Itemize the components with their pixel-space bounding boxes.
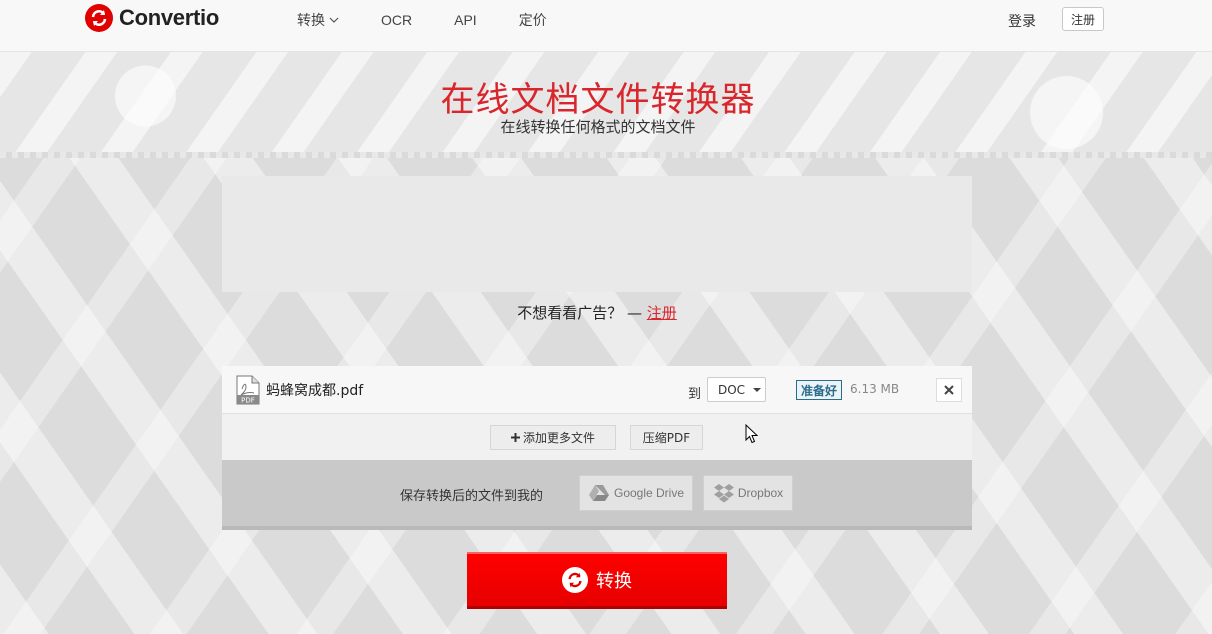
register-button[interactable]: 注册: [1062, 7, 1104, 31]
logo[interactable]: Convertio: [85, 3, 219, 33]
save-label: 保存转换后的文件到我的: [400, 489, 544, 504]
page-subtitle: 在线转换任何格式的文档文件: [500, 118, 696, 136]
nav-item-label: 定价: [518, 12, 547, 28]
nav-item-label: API: [454, 12, 477, 28]
compress-pdf-button[interactable]: 压缩PDF: [630, 425, 703, 450]
caret-down-icon: [753, 387, 762, 392]
main-nav: 转换 OCR API 定价: [297, 10, 589, 30]
file-name: 蚂蜂窝成都.pdf: [266, 383, 364, 399]
file-actions-row: 添加更多文件 压缩PDF: [222, 414, 972, 460]
page-title: 在线文档文件转换器: [440, 80, 756, 120]
nav-item-api[interactable]: API: [454, 10, 477, 30]
nav-item-convert[interactable]: 转换: [297, 10, 339, 30]
pdf-file-icon: PDF: [236, 375, 260, 405]
status-badge: 准备好: [796, 380, 843, 400]
nav-item-label: OCR: [381, 12, 413, 28]
convert-label: 转换: [596, 571, 632, 592]
svg-text:PDF: PDF: [241, 397, 255, 405]
save-to-cloud-row: 保存转换后的文件到我的 Google Drive Dropbox: [222, 460, 972, 530]
nav-item-pricing[interactable]: 定价: [519, 10, 547, 30]
target-format-select[interactable]: DOC: [707, 377, 766, 402]
dropbox-icon: [713, 484, 734, 503]
ad-placeholder: [222, 176, 972, 292]
top-navbar: Convertio 转换 OCR API 定价 登录 注册: [0, 0, 1212, 52]
file-row: PDF 蚂蜂窝成都.pdf 到 DOC 准备好 6.13 MB: [222, 366, 972, 414]
nav-item-label: 转换: [297, 12, 325, 28]
plus-icon: [510, 433, 520, 442]
target-format-value: DOC: [718, 382, 746, 397]
ad-register-link[interactable]: 注册: [647, 304, 677, 322]
convertio-logo-icon: [85, 4, 113, 32]
dropbox-label: Dropbox: [737, 486, 784, 500]
to-label: 到: [688, 387, 702, 402]
ad-prompt: 不想看看广告？ —: [517, 304, 647, 322]
logo-text: Convertio: [119, 5, 219, 30]
google-drive-label: Google Drive: [613, 486, 685, 500]
convert-icon: [562, 567, 588, 593]
google-drive-button[interactable]: Google Drive: [579, 475, 693, 511]
ad-notice: 不想看看广告？ — 注册: [0, 302, 1194, 323]
file-size: 6.13 MB: [850, 382, 900, 396]
dropbox-button[interactable]: Dropbox: [703, 475, 793, 511]
login-link[interactable]: 登录: [1008, 11, 1036, 31]
nav-item-ocr[interactable]: OCR: [381, 10, 412, 30]
remove-file-button[interactable]: [936, 378, 962, 402]
convert-button[interactable]: 转换: [467, 552, 727, 609]
chevron-down-icon: [329, 17, 339, 23]
add-more-files-button[interactable]: 添加更多文件: [490, 425, 616, 450]
google-drive-icon: [588, 485, 609, 501]
close-icon: [944, 385, 954, 395]
mouse-cursor-icon: [745, 424, 759, 444]
add-more-label: 添加更多文件: [522, 431, 595, 445]
